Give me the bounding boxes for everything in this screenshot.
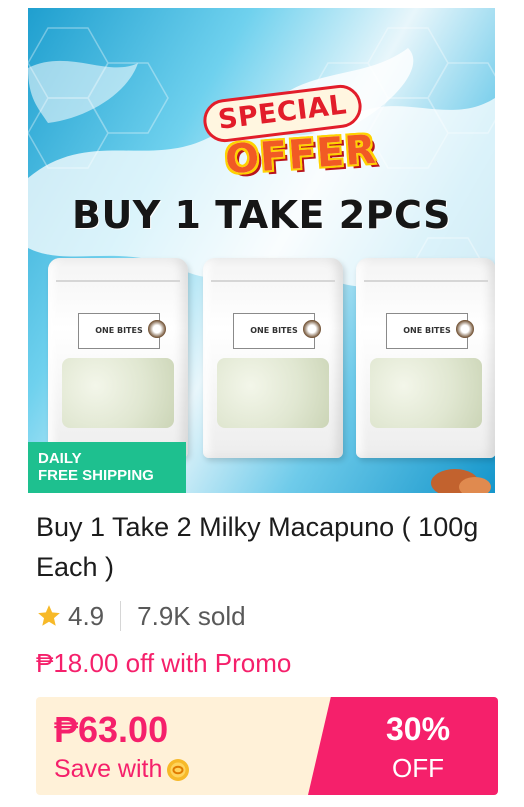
- special-offer-badge: SPECIAL OFFER: [193, 82, 383, 190]
- image-headline: BUY 1 TAKE 2PCS: [71, 193, 451, 237]
- offer-text: OFFER: [223, 126, 379, 184]
- macapuno-candy: [217, 358, 329, 428]
- pouch-zipper: [211, 280, 335, 282]
- product-image[interactable]: SPECIAL OFFER BUY 1 TAKE 2PCS ONE BITES …: [28, 8, 495, 493]
- discount-off-label: OFF: [392, 753, 444, 783]
- star-icon: [38, 605, 60, 626]
- shipping-badge-line2: FREE SHIPPING: [38, 467, 154, 484]
- save-with-label: Save with: [54, 755, 163, 783]
- coconut-icon: [456, 320, 474, 338]
- product-card[interactable]: SPECIAL OFFER BUY 1 TAKE 2PCS ONE BITES …: [0, 0, 524, 807]
- coin-icon: [167, 758, 190, 781]
- coconut-pieces: [431, 469, 491, 493]
- product-pouch: ONE BITES: [356, 258, 495, 458]
- discount-tag: 30% OFF: [308, 697, 498, 795]
- product-title[interactable]: Buy 1 Take 2 Milky Macapuno ( 100g Each …: [36, 507, 496, 587]
- rating-value: 4.9: [68, 600, 105, 631]
- promo-text: ₱18.00 off with Promo: [36, 648, 292, 678]
- save-with: Save with: [54, 755, 190, 784]
- pouch-zipper: [364, 280, 488, 282]
- price: ₱63.00: [54, 709, 169, 750]
- pouch-zipper: [56, 280, 180, 282]
- free-shipping-badge: DAILY FREE SHIPPING: [28, 442, 186, 493]
- rating-divider: [120, 601, 122, 631]
- shipping-badge-line1: DAILY: [38, 450, 82, 467]
- macapuno-candy: [62, 358, 174, 428]
- coconut-icon: [148, 320, 166, 338]
- rating-row: 4.9 7.9K sold: [36, 598, 246, 634]
- price-bar[interactable]: ₱63.00 Save with 30% OFF: [36, 697, 498, 795]
- discount-percent: 30%: [385, 711, 451, 747]
- product-pouch: ONE BITES: [203, 258, 343, 458]
- macapuno-candy: [370, 358, 482, 428]
- coconut-icon: [303, 320, 321, 338]
- product-pouch: ONE BITES: [48, 258, 188, 458]
- sold-count: 7.9K sold: [137, 600, 246, 631]
